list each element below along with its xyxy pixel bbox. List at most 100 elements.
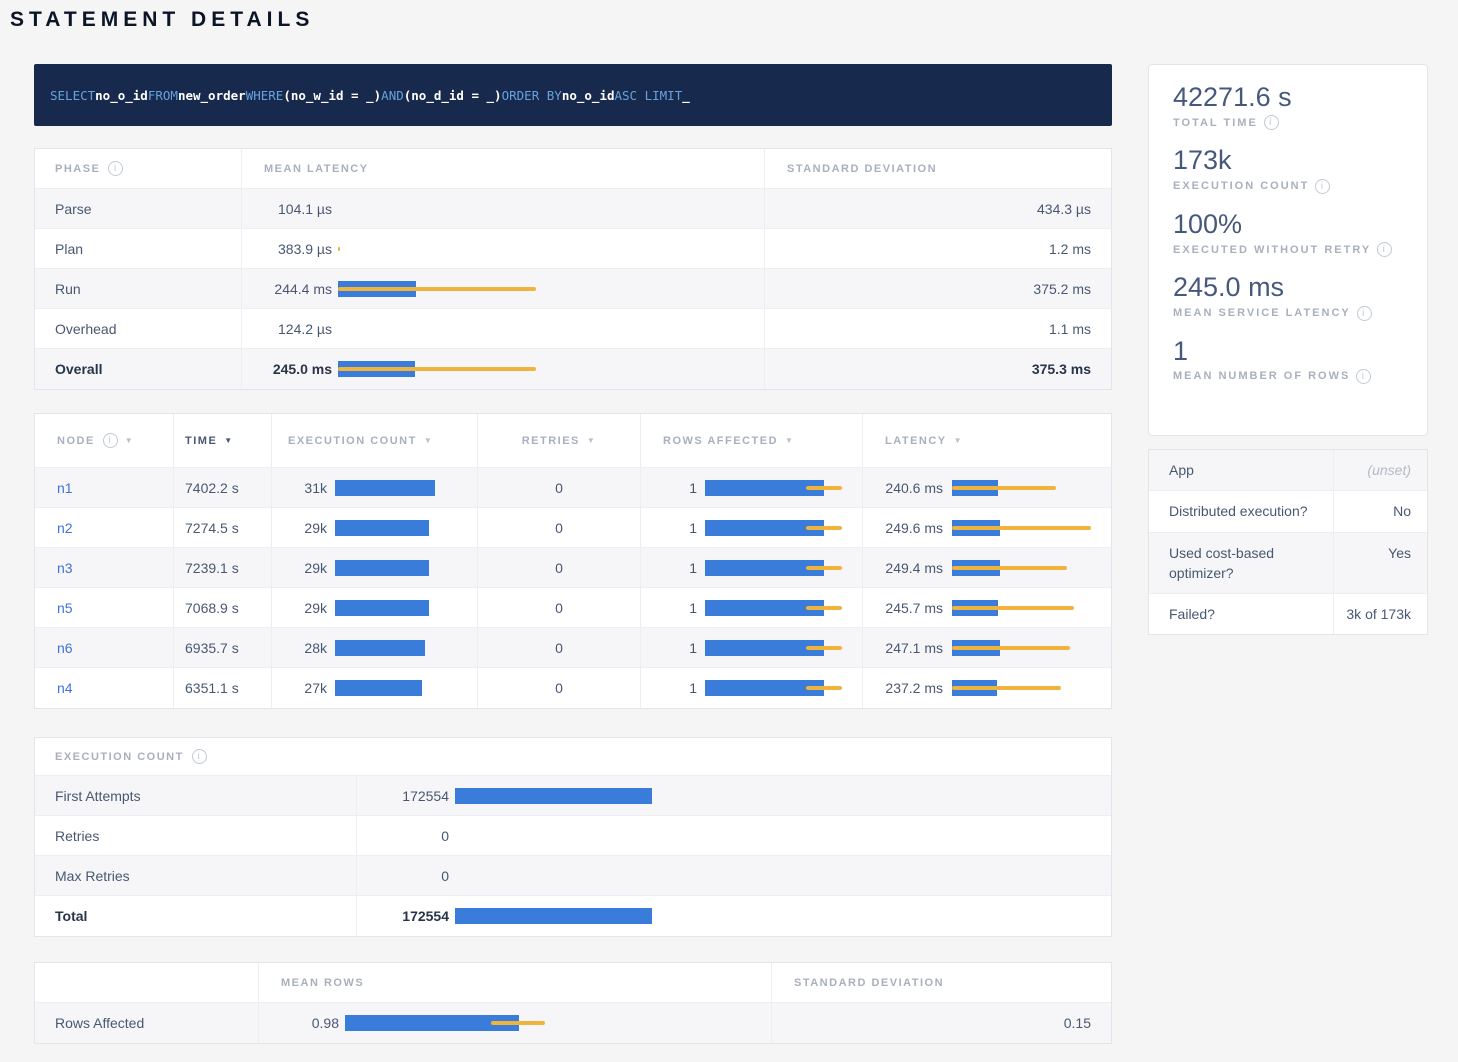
exec-count-bar bbox=[455, 788, 655, 804]
info-icon[interactable]: i bbox=[1315, 179, 1330, 194]
table-row: Run 244.4 ms 375.2 ms bbox=[35, 269, 1111, 309]
node-time: 7402.2 s bbox=[173, 468, 271, 507]
info-icon[interactable]: i bbox=[103, 433, 118, 448]
exec-count-bar bbox=[335, 640, 435, 656]
attribute-label: Distributed execution? bbox=[1149, 491, 1333, 531]
execution-count-column-header[interactable]: EXECUTION COUNT ▼ bbox=[271, 414, 477, 467]
rows-affected-bar bbox=[705, 520, 845, 536]
rows-affected-value: 1 bbox=[641, 520, 697, 536]
retries-value: 0 bbox=[477, 468, 640, 507]
stat-total-time: 42271.6 s TOTAL TIMEi bbox=[1173, 81, 1417, 130]
exec-count-bar bbox=[335, 600, 435, 616]
attribute-label: Used cost-based optimizer? bbox=[1149, 533, 1333, 594]
sort-desc-icon: ▼ bbox=[785, 436, 794, 445]
node-row: n1 7402.2 s 31k 0 1 240.6 ms bbox=[35, 468, 1111, 508]
exec-row-label: Max Retries bbox=[35, 856, 356, 895]
phase-column-header: PHASE i bbox=[35, 149, 241, 188]
node-link[interactable]: n2 bbox=[57, 520, 73, 536]
statement-attributes-table: App (unset) Distributed execution? No Us… bbox=[1148, 449, 1428, 635]
phase-label: Run bbox=[35, 269, 241, 308]
node-link[interactable]: n4 bbox=[57, 680, 73, 696]
rows-affected-value: 1 bbox=[641, 600, 697, 616]
rows-affected-value: 1 bbox=[641, 680, 697, 696]
exec-count-bar bbox=[335, 560, 435, 576]
phase-label: Overall bbox=[35, 349, 241, 389]
rows-affected-bar bbox=[705, 600, 845, 616]
node-row: n4 6351.1 s 27k 0 1 237.2 ms bbox=[35, 668, 1111, 708]
latency-bar bbox=[952, 480, 1092, 496]
latency-value: 247.1 ms bbox=[863, 640, 943, 656]
node-link[interactable]: n5 bbox=[57, 600, 73, 616]
retries-value: 0 bbox=[477, 668, 640, 708]
exec-count-value: 31k bbox=[272, 480, 327, 496]
rows-affected-value: 1 bbox=[641, 560, 697, 576]
latency-bar bbox=[952, 640, 1092, 656]
mean-latency-column-header: MEAN LATENCY bbox=[241, 149, 764, 188]
node-link[interactable]: n3 bbox=[57, 560, 73, 576]
exec-row-value: 0 bbox=[357, 868, 449, 884]
table-row: Rows Affected 0.98 0.15 bbox=[35, 1003, 1111, 1043]
std-dev-value: 375.2 ms bbox=[764, 269, 1111, 308]
attribute-row: Used cost-based optimizer? Yes bbox=[1149, 533, 1427, 595]
retries-value: 0 bbox=[477, 628, 640, 667]
sort-desc-icon: ▼ bbox=[954, 436, 963, 445]
node-time: 7239.1 s bbox=[173, 548, 271, 587]
stat-mean-service-latency: 245.0 ms MEAN SERVICE LATENCYi bbox=[1173, 271, 1417, 320]
attribute-value: No bbox=[1333, 491, 1427, 531]
latency-bar bbox=[338, 361, 538, 377]
rows-affected-value: 1 bbox=[641, 640, 697, 656]
std-dev-value: 1.2 ms bbox=[764, 229, 1111, 268]
node-table-header: NODE i ▼ TIME ▼ EXECUTION COUNT ▼ RETRIE… bbox=[35, 414, 1111, 468]
node-link[interactable]: n6 bbox=[57, 640, 73, 656]
latency-value: 249.6 ms bbox=[863, 520, 943, 536]
std-dev-value: 375.3 ms bbox=[764, 349, 1111, 389]
time-column-header[interactable]: TIME ▼ bbox=[173, 414, 271, 467]
table-row: Max Retries 0 bbox=[35, 856, 1111, 896]
rows-affected-bar bbox=[705, 560, 845, 576]
standard-deviation-column-header: STANDARD DEVIATION bbox=[764, 149, 1111, 188]
latency-value: 249.4 ms bbox=[863, 560, 943, 576]
phase-label: Plan bbox=[35, 229, 241, 268]
attribute-row: Failed? 3k of 173k bbox=[1149, 594, 1427, 634]
node-row: n2 7274.5 s 29k 0 1 249.6 ms bbox=[35, 508, 1111, 548]
std-dev-value: 1.1 ms bbox=[764, 309, 1111, 348]
exec-row-label: Total bbox=[35, 896, 356, 936]
table-row: Overhead 124.2 µs 1.1 ms bbox=[35, 309, 1111, 349]
sort-desc-icon: ▼ bbox=[587, 436, 596, 445]
retries-column-header[interactable]: RETRIES ▼ bbox=[477, 414, 640, 467]
info-icon[interactable]: i bbox=[1356, 369, 1371, 384]
phase-table-header: PHASE i MEAN LATENCY STANDARD DEVIATION bbox=[35, 149, 1111, 189]
exec-count-value: 29k bbox=[272, 560, 327, 576]
info-icon[interactable]: i bbox=[1377, 242, 1392, 257]
latency-bar bbox=[952, 680, 1092, 696]
exec-count-value: 29k bbox=[272, 520, 327, 536]
info-icon[interactable]: i bbox=[108, 161, 123, 176]
node-row: n5 7068.9 s 29k 0 1 245.7 ms bbox=[35, 588, 1111, 628]
table-row: First Attempts 172554 bbox=[35, 776, 1111, 816]
table-row: Parse 104.1 µs 434.3 µs bbox=[35, 189, 1111, 229]
attribute-value: 3k of 173k bbox=[1333, 594, 1427, 634]
node-table: NODE i ▼ TIME ▼ EXECUTION COUNT ▼ RETRIE… bbox=[34, 413, 1112, 709]
info-icon[interactable]: i bbox=[1264, 115, 1279, 130]
page-title: STATEMENT DETAILS bbox=[10, 8, 314, 32]
summary-card: 42271.6 s TOTAL TIMEi 173k EXECUTION COU… bbox=[1148, 64, 1428, 436]
execution-count-header: EXECUTION COUNT i bbox=[35, 738, 356, 775]
latency-value: 245.7 ms bbox=[863, 600, 943, 616]
exec-row-value: 0 bbox=[357, 828, 449, 844]
latency-column-header[interactable]: LATENCY ▼ bbox=[862, 414, 1111, 467]
exec-row-label: First Attempts bbox=[35, 776, 356, 815]
latency-bar bbox=[952, 600, 1092, 616]
exec-row-value: 172554 bbox=[357, 788, 449, 804]
sort-desc-icon: ▼ bbox=[224, 436, 233, 445]
node-link[interactable]: n1 bbox=[57, 480, 73, 496]
rows-affected-bar bbox=[705, 680, 845, 696]
rows-affected-value: 1 bbox=[641, 480, 697, 496]
rows-affected-label: Rows Affected bbox=[35, 1003, 258, 1043]
info-icon[interactable]: i bbox=[1357, 306, 1372, 321]
stat-executed-without-retry: 100% EXECUTED WITHOUT RETRYi bbox=[1173, 208, 1417, 257]
info-icon[interactable]: i bbox=[192, 749, 207, 764]
stat-execution-count: 173k EXECUTION COUNTi bbox=[1173, 144, 1417, 193]
exec-count-value: 27k bbox=[272, 680, 327, 696]
rows-affected-column-header[interactable]: ROWS AFFECTED ▼ bbox=[640, 414, 862, 467]
node-column-header[interactable]: NODE i ▼ bbox=[35, 414, 173, 467]
